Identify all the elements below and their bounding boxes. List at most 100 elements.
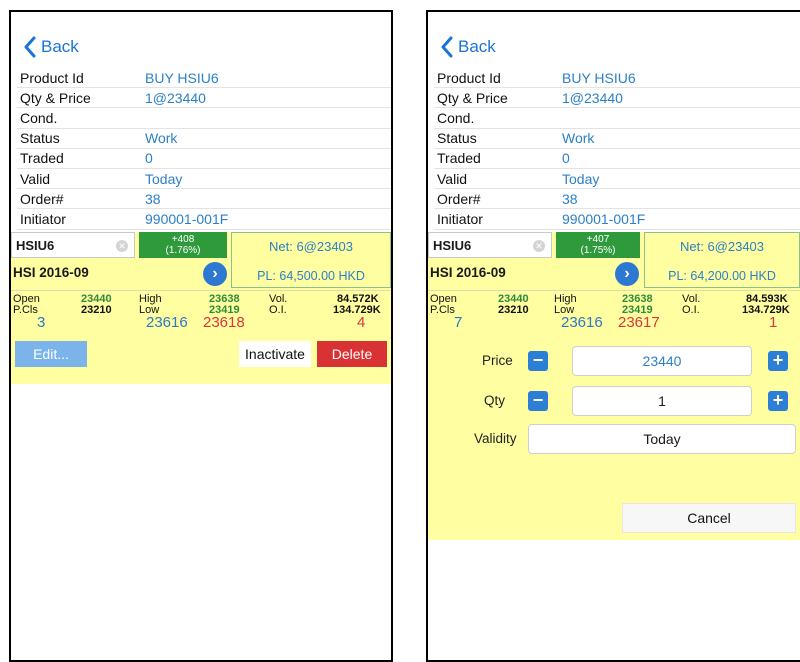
order-info-row: Initiator 990001-001F [17, 209, 391, 230]
order-info-row: Status Work [17, 129, 391, 149]
cancel-button[interactable]: Cancel [622, 503, 796, 533]
position-box: Net: 6@23403 PL: 64,200.00 HKD [644, 232, 800, 288]
order-detail-screen: Back Product Id BUY HSIU6 Qty & Price 1@23… [9, 10, 393, 662]
back-label: Back [458, 37, 496, 56]
bid-ask-row: 3 23616 23618 4 [11, 314, 391, 332]
net-position: Net: 6@23403 [679, 239, 765, 254]
order-info-row: Traded 0 [434, 149, 800, 169]
chevron-right-circle-icon[interactable]: › [203, 262, 227, 286]
order-info-list: Product Id BUY HSIU6 Qty & Price 1@23440 C… [17, 68, 391, 230]
info-value: Today [562, 170, 600, 187]
change-badge: +408 (1.76%) [139, 232, 227, 258]
bid-qty: 7 [454, 314, 463, 331]
clear-icon[interactable]: ✕ [533, 240, 545, 252]
qty-label: Qty [484, 393, 506, 408]
back-button[interactable]: Back [23, 36, 79, 58]
chevron-left-icon [24, 36, 36, 58]
validity-row: Validity Today [428, 424, 800, 454]
info-value: BUY HSIU6 [562, 69, 636, 86]
order-info-row: Qty & Price 1@23440 [17, 88, 391, 109]
chevron-right-circle-icon[interactable]: › [615, 262, 639, 286]
back-button[interactable]: Back [440, 36, 496, 58]
info-value: 990001-001F [145, 210, 229, 227]
price-input[interactable]: 23440 [572, 346, 752, 376]
product-input[interactable]: HSIU6 ✕ [11, 232, 135, 258]
bid-price: 23616 [146, 314, 188, 331]
change-percent: (1.75%) [580, 245, 616, 256]
info-label: Traded [20, 150, 64, 167]
product-code: HSIU6 [16, 237, 55, 253]
info-label: Status [437, 130, 477, 147]
info-label: Cond. [20, 109, 58, 126]
edit-button[interactable]: Edit... [15, 341, 87, 367]
bid-qty: 3 [37, 314, 46, 331]
info-label: Qty & Price [20, 89, 91, 106]
order-info-row: Cond. [434, 108, 800, 129]
info-value: BUY HSIU6 [145, 69, 219, 86]
clear-icon[interactable]: ✕ [116, 240, 128, 252]
profit-loss: PL: 64,500.00 HKD [257, 269, 365, 283]
ask-price: 23618 [203, 314, 245, 331]
info-value: 38 [145, 190, 161, 207]
info-label: Qty & Price [437, 89, 508, 106]
price-increase-button[interactable]: + [768, 351, 788, 371]
order-info-row: Product Id BUY HSIU6 [434, 68, 800, 89]
qty-decrease-button[interactable]: − [528, 391, 548, 411]
change-percent: (1.76%) [165, 245, 201, 256]
chevron-left-icon [441, 36, 453, 58]
qty-row: Qty − 1 + [428, 386, 800, 416]
info-value: Work [145, 130, 178, 147]
order-info-row: Valid Today [434, 169, 800, 190]
info-label: Traded [437, 150, 481, 167]
product-input[interactable]: HSIU6 ✕ [428, 232, 552, 258]
price-decrease-button[interactable]: − [528, 351, 548, 371]
order-info-row: Order# 38 [17, 189, 391, 210]
product-code: HSIU6 [433, 237, 472, 253]
order-actions: Edit... Inactivate Delete [11, 334, 391, 374]
qty-increase-button[interactable]: + [768, 391, 788, 411]
order-info-row: Valid Today [17, 169, 391, 190]
order-info-row: Product Id BUY HSIU6 [17, 68, 391, 89]
info-value: 0 [145, 150, 153, 167]
minus-icon: − [532, 390, 544, 410]
quote-panel: HSIU6 ✕ +407 (1.75%) Net: 6@23403 PL: 64… [428, 232, 800, 540]
order-edit-screen: Back Product Id BUY HSIU6 Qty & Price 1@23… [426, 10, 800, 662]
ask-price: 23617 [618, 314, 660, 331]
contract-name: HSI 2016-09 [430, 265, 506, 280]
info-label: Cond. [437, 109, 475, 126]
plus-icon: + [772, 350, 784, 370]
order-info-row: Cond. [17, 108, 391, 129]
price-row: Price − 23440 + [428, 346, 800, 376]
info-label: Valid [20, 170, 51, 187]
order-info-row: Initiator 990001-001F [434, 209, 800, 230]
plus-icon: + [772, 390, 784, 410]
info-value: Today [145, 170, 183, 187]
info-label: Product Id [437, 69, 501, 86]
info-label: Order# [437, 190, 481, 207]
price-label: Price [482, 353, 513, 368]
order-info-row: Order# 38 [434, 189, 800, 210]
quote-panel: HSIU6 ✕ +408 (1.76%) Net: 6@23403 PL: 64… [11, 232, 391, 384]
change-value: +407 [586, 234, 610, 245]
delete-button[interactable]: Delete [317, 341, 387, 367]
inactivate-button[interactable]: Inactivate [239, 341, 311, 367]
bid-price: 23616 [561, 314, 603, 331]
position-box: Net: 6@23403 PL: 64,500.00 HKD [231, 232, 391, 288]
order-info-row: Qty & Price 1@23440 [434, 88, 800, 109]
info-value: 990001-001F [562, 210, 646, 227]
qty-input[interactable]: 1 [572, 386, 752, 416]
ask-qty: 1 [769, 314, 778, 331]
info-value: 0 [562, 150, 570, 167]
net-position: Net: 6@23403 [268, 239, 354, 254]
info-value: 38 [562, 190, 578, 207]
bid-ask-row: 7 23616 23617 1 [428, 314, 800, 332]
validity-select[interactable]: Today [528, 424, 796, 454]
info-value: Work [562, 130, 595, 147]
contract-name: HSI 2016-09 [13, 265, 89, 280]
minus-icon: − [532, 350, 544, 370]
info-label: Product Id [20, 69, 84, 86]
info-label: Order# [20, 190, 64, 207]
order-info-row: Traded 0 [17, 149, 391, 169]
profit-loss: PL: 64,200.00 HKD [668, 269, 776, 283]
info-label: Status [20, 130, 60, 147]
